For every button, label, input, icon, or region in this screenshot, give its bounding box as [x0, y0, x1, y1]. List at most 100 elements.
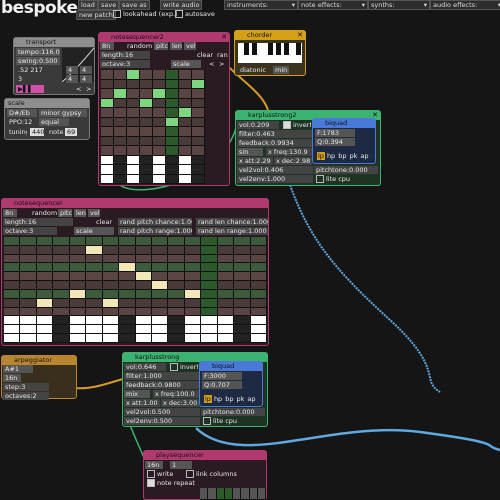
- pitchtone-slider[interactable]: pitchtone:0.000: [314, 166, 378, 174]
- grid-cell[interactable]: [69, 325, 87, 335]
- grid-cell[interactable]: [127, 127, 140, 137]
- xfreq-slider[interactable]: x freq:130.9: [266, 148, 312, 156]
- grid-cell[interactable]: [20, 316, 37, 326]
- length-slider[interactable]: length:16: [100, 51, 150, 59]
- grid-cell[interactable]: [135, 245, 152, 255]
- rand-pitch-chance-slider[interactable]: rand pitch chance:1.000: [118, 218, 192, 226]
- grid-cell[interactable]: [114, 117, 127, 127]
- notesequencer2-module[interactable]: notesequencer2 ✕ 8n random: pitch len ve…: [98, 32, 230, 186]
- lite-cpu-checkbox[interactable]: [203, 417, 211, 425]
- temperament-dropdown[interactable]: equal: [39, 118, 69, 126]
- grid-cell[interactable]: [4, 245, 21, 255]
- grid-cell[interactable]: [114, 146, 127, 156]
- autosave-toggle[interactable]: autosave: [175, 10, 215, 18]
- octave-slider[interactable]: octave:3: [3, 227, 57, 235]
- grid-cell[interactable]: [4, 272, 21, 282]
- grid-cell[interactable]: [86, 254, 103, 264]
- grid-cell[interactable]: [36, 298, 54, 308]
- grid-cell[interactable]: [166, 174, 179, 184]
- filter-mode-selector[interactable]: lp hp bp pk ap: [202, 395, 262, 403]
- grid-cell[interactable]: [168, 316, 185, 326]
- xatt-slider[interactable]: x att:1.00: [124, 399, 160, 407]
- grid-cell[interactable]: [135, 237, 152, 246]
- grid-cell[interactable]: [179, 108, 192, 118]
- grid-cell[interactable]: [53, 298, 70, 308]
- grid-cell[interactable]: [153, 165, 166, 175]
- grid-cell[interactable]: [127, 155, 140, 165]
- xdec-slider[interactable]: x dec:3.00: [161, 399, 199, 407]
- grid-cell[interactable]: [119, 281, 136, 290]
- grid-cell[interactable]: [102, 263, 120, 273]
- grid-cell[interactable]: [166, 108, 179, 118]
- grid-cell[interactable]: [179, 89, 192, 99]
- note-grid[interactable]: [4, 237, 267, 343]
- random-vel-button[interactable]: vel: [184, 42, 196, 50]
- grid-cell[interactable]: [250, 254, 267, 264]
- grid-cell[interactable]: [102, 289, 120, 299]
- q-slider[interactable]: Q:0.707: [202, 381, 242, 389]
- grid-cell[interactable]: [4, 263, 21, 273]
- grid-cell[interactable]: [168, 272, 185, 282]
- step-dropdown[interactable]: 8n: [3, 209, 17, 217]
- grid-cell[interactable]: [151, 254, 169, 264]
- grid-cell[interactable]: [53, 325, 70, 335]
- chorder-module[interactable]: chorder ✕ diatonic min: [234, 30, 306, 76]
- grid-cell[interactable]: [119, 307, 136, 317]
- grid-cell[interactable]: [250, 325, 267, 335]
- grid-cell[interactable]: [184, 263, 202, 273]
- filter-mode-hp[interactable]: hp: [213, 395, 223, 403]
- grid-cell[interactable]: [119, 254, 136, 264]
- grid-cell[interactable]: [20, 334, 37, 343]
- grid-cell[interactable]: [20, 289, 37, 299]
- grid-cell[interactable]: [101, 155, 114, 165]
- scale-dropdown[interactable]: scale: [171, 60, 201, 68]
- filter-mode-pk[interactable]: pk: [348, 152, 358, 160]
- audio-effects-dropdown[interactable]: audio effects:: [430, 0, 500, 10]
- grid-cell[interactable]: [250, 316, 267, 326]
- instruments-dropdown[interactable]: instruments:: [224, 0, 298, 10]
- invert-toggle[interactable]: invert: [281, 121, 311, 129]
- grid-cell[interactable]: [69, 245, 87, 255]
- diatonic-toggle[interactable]: diatonic: [238, 66, 272, 74]
- grid-cell[interactable]: [140, 79, 153, 89]
- grid-cell[interactable]: [166, 155, 179, 165]
- octave-slider[interactable]: octave:3: [100, 60, 150, 68]
- grid-cell[interactable]: [4, 298, 21, 308]
- grid-cell[interactable]: [166, 117, 179, 127]
- grid-cell[interactable]: [36, 254, 54, 264]
- grid-cell[interactable]: [179, 146, 192, 156]
- grid-cell[interactable]: [151, 307, 169, 317]
- grid-cell[interactable]: [184, 281, 202, 290]
- grid-cell[interactable]: [135, 289, 152, 299]
- invert-checkbox[interactable]: [170, 363, 178, 371]
- lookahead-checkbox[interactable]: [113, 10, 121, 18]
- grid-cell[interactable]: [184, 237, 202, 246]
- grid-cell[interactable]: [140, 70, 153, 80]
- grid-cell[interactable]: [140, 165, 153, 175]
- write-checkbox[interactable]: [147, 470, 155, 478]
- grid-cell[interactable]: [201, 245, 218, 255]
- grid-cell[interactable]: [114, 108, 127, 118]
- grid-cell[interactable]: [4, 289, 21, 299]
- grid-cell[interactable]: [151, 316, 169, 326]
- filter-mode-bp[interactable]: bp: [337, 152, 347, 160]
- grid-cell[interactable]: [250, 334, 267, 343]
- rand-len-chance-slider[interactable]: rand len chance:1.000: [196, 218, 268, 226]
- grid-cell[interactable]: [140, 136, 153, 146]
- grid-cell[interactable]: [140, 89, 153, 99]
- grid-cell[interactable]: [114, 155, 127, 165]
- grid-cell[interactable]: [192, 98, 205, 108]
- grid-cell[interactable]: [114, 165, 127, 175]
- grid-cell[interactable]: [257, 488, 266, 500]
- grid-cell[interactable]: [179, 136, 192, 146]
- grid-cell[interactable]: [101, 108, 114, 118]
- grid-cell[interactable]: [102, 298, 120, 308]
- random-len-button[interactable]: len: [74, 209, 86, 217]
- grid-cell[interactable]: [192, 108, 205, 118]
- grid-cell[interactable]: [234, 307, 251, 317]
- ran-button[interactable]: ran: [215, 51, 229, 59]
- grid-cell[interactable]: [153, 146, 166, 156]
- filter-mode-hp[interactable]: hp: [326, 152, 336, 160]
- grid-cell[interactable]: [250, 245, 267, 255]
- grid-cell[interactable]: [135, 325, 152, 335]
